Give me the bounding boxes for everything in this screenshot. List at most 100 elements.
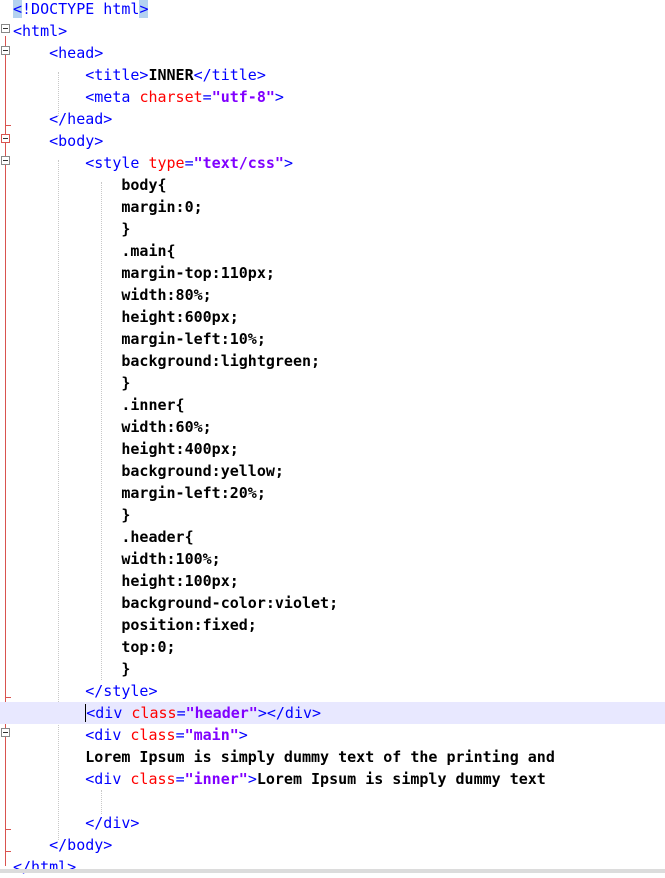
code-line[interactable]: .inner{ [0, 394, 665, 416]
code-line[interactable]: <div class="header"></div> [0, 702, 665, 724]
code-line[interactable]: background-color:violet; [0, 592, 665, 614]
code-token: </style> [85, 682, 158, 700]
code-line[interactable]: <div class="main"> [0, 724, 665, 746]
code-line[interactable]: .main{ [0, 240, 665, 262]
code-token: .header{ [121, 528, 194, 546]
code-line[interactable]: height:100px; [0, 570, 665, 592]
code-token: width:60%; [121, 418, 212, 436]
code-token: <style [85, 154, 149, 172]
code-line-text: </html> [13, 856, 76, 878]
code-line-text: margin-left:20%; [13, 482, 266, 504]
code-line[interactable]: <head> [0, 42, 665, 64]
code-token: > [238, 726, 248, 744]
code-line-text: .inner{ [13, 394, 184, 416]
code-line[interactable]: </head> [0, 108, 665, 130]
code-token: "text/css" [193, 154, 284, 172]
code-token: <title> [85, 66, 149, 84]
code-line[interactable]: } [0, 658, 665, 680]
code-line[interactable]: margin:0; [0, 196, 665, 218]
code-line-text: </body> [13, 834, 112, 856]
code-line[interactable]: } [0, 372, 665, 394]
code-line[interactable]: } [0, 504, 665, 526]
code-line-text: background:lightgreen; [13, 350, 320, 372]
code-line-text: <html> [13, 20, 67, 42]
code-line[interactable]: </div> [0, 812, 665, 834]
code-line[interactable]: height:600px; [0, 306, 665, 328]
code-line-text: <div class="header"></div> [13, 702, 321, 724]
code-line[interactable]: </body> [0, 834, 665, 856]
code-line-text: height:100px; [13, 570, 238, 592]
code-token: = [176, 704, 186, 722]
code-line[interactable]: background:yellow; [0, 460, 665, 482]
code-line-text: <title>INNER</title> [13, 64, 266, 86]
code-token: > [247, 770, 257, 788]
code-token: ></div> [257, 704, 322, 722]
code-line[interactable]: <body> [0, 130, 665, 152]
code-token: > [139, 0, 149, 18]
code-token: </title> [193, 66, 266, 84]
code-token: background:yellow; [121, 462, 284, 480]
code-line[interactable]: Lorem Ipsum is simply dummy text of the … [0, 746, 665, 768]
code-token: .main{ [121, 242, 176, 260]
code-line[interactable]: <title>INNER</title> [0, 64, 665, 86]
code-line[interactable]: height:400px; [0, 438, 665, 460]
code-line[interactable]: background:lightgreen; [0, 350, 665, 372]
code-line[interactable]: } [0, 218, 665, 240]
code-token: margin-top:110px; [121, 264, 275, 282]
code-token: INNER [148, 66, 194, 84]
code-token: background-color:violet; [121, 594, 339, 612]
code-token: > [283, 154, 293, 172]
code-token: <div [85, 726, 131, 744]
code-line-text: } [13, 218, 130, 240]
code-line[interactable]: width:80%; [0, 284, 665, 306]
code-token: </html> [13, 858, 77, 876]
code-line-text: width:80%; [13, 284, 211, 306]
code-token: </body> [49, 836, 113, 854]
code-line[interactable]: margin-left:20%; [0, 482, 665, 504]
code-line[interactable]: width:60%; [0, 416, 665, 438]
code-line[interactable]: <html> [0, 20, 665, 42]
code-line-text: .main{ [13, 240, 176, 262]
code-line-text: <body> [13, 130, 103, 152]
code-editor[interactable]: <!DOCTYPE html> <html> <head> <title>INNE… [0, 0, 665, 876]
code-line[interactable]: position:fixed; [0, 614, 665, 636]
code-line[interactable]: width:100%; [0, 548, 665, 570]
code-line[interactable] [0, 790, 665, 812]
code-line-text: </head> [13, 108, 112, 130]
code-token: "header" [185, 704, 258, 722]
code-line[interactable]: <meta charset="utf-8"> [0, 86, 665, 108]
code-token: } [121, 506, 131, 524]
code-line[interactable]: </html> [0, 856, 665, 878]
code-line-text: </style> [13, 680, 158, 702]
code-line[interactable]: .header{ [0, 526, 665, 548]
code-token: = [175, 770, 185, 788]
code-line[interactable]: margin-top:110px; [0, 262, 665, 284]
code-line[interactable]: top:0; [0, 636, 665, 658]
code-line-text: .header{ [13, 526, 194, 548]
code-token: <meta [85, 88, 140, 106]
code-line[interactable]: <div class="inner">Lorem Ipsum is simply… [0, 768, 665, 790]
code-token: } [121, 220, 131, 238]
code-token: position:fixed; [121, 616, 257, 634]
code-line[interactable]: margin-left:10%; [0, 328, 665, 350]
code-line[interactable]: <style type="text/css"> [0, 152, 665, 174]
code-line-text: margin-left:10%; [13, 328, 266, 350]
code-token: height:600px; [121, 308, 239, 326]
code-line-text: <meta charset="utf-8"> [13, 86, 284, 108]
horizontal-scrollbar[interactable] [0, 869, 665, 873]
code-line[interactable]: body{ [0, 174, 665, 196]
code-line-text: position:fixed; [13, 614, 257, 636]
code-line[interactable]: </style> [0, 680, 665, 702]
code-token: top:0; [121, 638, 176, 656]
code-line[interactable]: <!DOCTYPE html> [0, 0, 665, 20]
